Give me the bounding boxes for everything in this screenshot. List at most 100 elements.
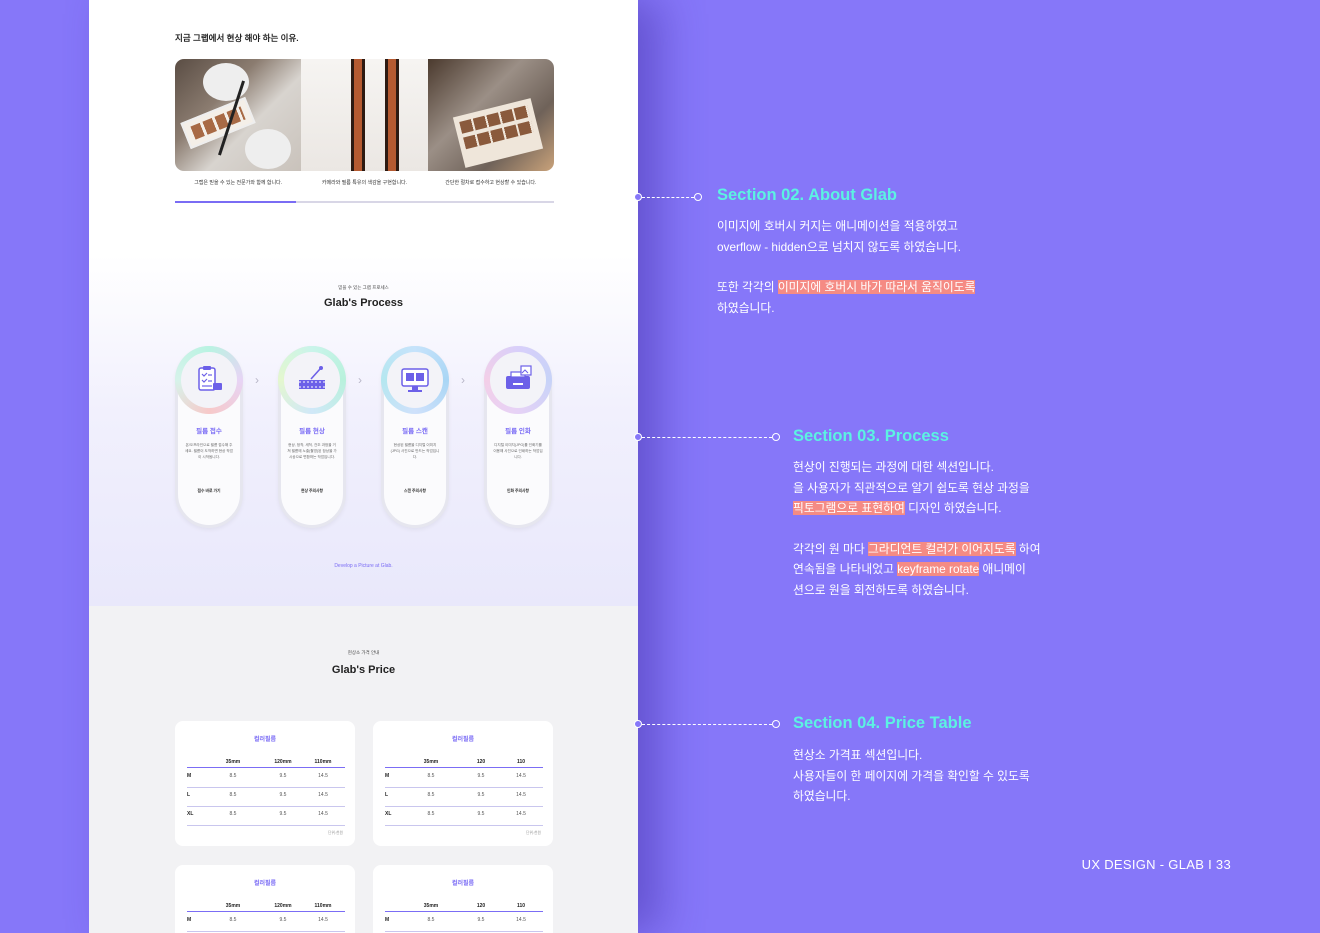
film-strip-graphic xyxy=(351,59,366,171)
price-table-card: 컬러필름 35mm 120 110 M 8.5 9.5 14.5 xyxy=(373,865,553,933)
price-cell: 9.5 xyxy=(279,773,287,779)
price-cell: 14.5 xyxy=(516,811,526,817)
about-image-strip xyxy=(175,59,554,171)
about-caption: 그랩은 믿을 수 있는 전문가와 함께 합니다. xyxy=(194,180,283,186)
row-label: L xyxy=(187,792,191,798)
price-cell: 8.5 xyxy=(229,792,237,798)
note-line-text: 또한 각각의 xyxy=(717,280,778,294)
printer-photo-icon xyxy=(506,365,532,389)
connector-dot xyxy=(694,193,702,201)
gradient-ring xyxy=(278,346,346,414)
note-line-text: 하여 xyxy=(1015,541,1041,556)
price-cell: 14.5 xyxy=(516,792,526,798)
about-image-film[interactable] xyxy=(301,59,428,171)
clipboard-camera-icon xyxy=(198,366,222,391)
note-line-text: 을 사용자가 직관적으로 알기 쉽도록 현상 과정을 xyxy=(793,480,1030,495)
step-description: 온/오프라인으로 필름 접수해 주세요. 필름이 도착하면 현상 작업이 시작됩… xyxy=(185,443,233,459)
step-link[interactable]: 스캔 주의사항 xyxy=(384,489,446,494)
highlight-text: 그라디언트 컬러가 이어지도록 xyxy=(867,541,1016,556)
about-image-contact-sheet[interactable] xyxy=(427,59,554,171)
price-cell: 9.5 xyxy=(477,811,485,817)
about-hover-bar-fill xyxy=(175,201,297,203)
price-cell: 8.5 xyxy=(229,917,237,923)
price-table-card: 컬러필름 35mm 120mm 110mm M 8.5 9.5 14.5 xyxy=(175,865,355,933)
gradient-ring xyxy=(484,346,552,414)
column-header: 35mm xyxy=(423,759,439,765)
chevron-right-icon: › xyxy=(255,373,259,387)
table-row: XL 8.5 9.5 14.5 xyxy=(385,807,543,826)
section-02-description: 이미지에 호버시 커지는 애니메이션을 적용하였고 overflow - hid… xyxy=(717,216,1077,318)
note-line-text: 현상이 진행되는 과정에 대한 섹션입니다. xyxy=(793,460,994,474)
column-header: 35mm xyxy=(423,903,439,909)
column-header: 120mm xyxy=(274,759,292,765)
film-strip-graphic xyxy=(180,96,256,150)
price-table-header: 35mm 120 110 xyxy=(385,755,543,768)
process-step-receive[interactable]: 필름 접수 온/오프라인으로 필름 접수해 주세요. 필름이 도착하면 현상 작… xyxy=(175,346,243,528)
section-03-description: 현상이 진행되는 과정에 대한 섹션입니다. 을 사용자가 직관적으로 알기 쉽… xyxy=(793,457,1113,600)
glove-graphic xyxy=(245,129,291,169)
about-hover-bar xyxy=(175,201,554,203)
price-table-card: 컬러필름 35mm 120 110 M 8.5 9.5 14.5 L 8.5 9… xyxy=(373,721,553,846)
note-line-text: 애니메이 xyxy=(979,562,1026,576)
step-description: 디지털 이미지(JPG)를 인화기를 이용해 사진으로 인쇄하는 작업입니다. xyxy=(493,443,543,459)
contact-sheet-graphic xyxy=(452,98,543,168)
step-title: 필름 현상 xyxy=(299,428,325,435)
price-heading: Glab's Price xyxy=(331,664,396,676)
connector-line xyxy=(642,724,772,725)
price-section: 현상소 가격 안내 Glab's Price 컬러필름 35mm 120mm 1… xyxy=(89,606,638,933)
highlight-text: keyframe rotate xyxy=(897,562,980,576)
price-cell: 9.5 xyxy=(279,811,287,817)
table-row: XL 8.5 9.5 14.5 xyxy=(187,807,345,826)
section-04-title: Section 04. Price Table xyxy=(793,714,972,732)
price-cell: 8.5 xyxy=(427,792,435,798)
monitor-scan-icon xyxy=(401,368,429,392)
price-cell: 14.5 xyxy=(318,773,328,779)
note-line-text: 션으로 원을 회전하도록 하였습니다. xyxy=(793,582,969,597)
note-line-text: 하였습니다. xyxy=(793,789,851,803)
connector-dot xyxy=(634,433,642,441)
price-cell: 9.5 xyxy=(477,917,485,923)
price-cell: 9.5 xyxy=(279,917,287,923)
price-table-header: 35mm 120mm 110mm xyxy=(187,755,345,768)
note-line-text: 하였습니다. xyxy=(717,300,775,315)
note-line-text: overflow - hidden으로 넘치지 않도록 하였습니다. xyxy=(717,239,962,254)
gradient-ring xyxy=(175,346,243,414)
process-step-print[interactable]: 필름 인화 디지털 이미지(JPG)를 인화기를 이용해 사진으로 인쇄하는 작… xyxy=(484,346,552,528)
column-header: 35mm xyxy=(225,903,241,909)
price-table-card: 컬러필름 35mm 120mm 110mm M 8.5 9.5 14.5 L 8… xyxy=(175,721,355,846)
chevron-right-icon: › xyxy=(358,373,362,387)
process-section: 믿을 수 있는 그랩 프로세스 Glab's Process 필름 접수 온/오… xyxy=(89,255,638,606)
table-row: M 8.5 9.5 14.5 xyxy=(385,913,543,932)
note-line-text: 이미지에 호버시 커지는 애니메이션을 적용하였고 xyxy=(717,219,959,233)
column-header: 120 xyxy=(476,903,486,909)
section-02-title: Section 02. About Glab xyxy=(717,186,897,204)
price-table-title: 컬러필름 xyxy=(451,737,475,743)
about-title: 지금 그랩에서 현상 해야 하는 이유. xyxy=(175,33,299,43)
about-image-scissors[interactable] xyxy=(175,59,302,171)
row-label: XL xyxy=(187,811,194,817)
price-cell: 14.5 xyxy=(516,917,526,923)
process-heading: Glab's Process xyxy=(323,297,404,309)
gradient-ring xyxy=(381,346,449,414)
step-title: 필름 스캔 xyxy=(402,428,428,435)
connector-dot xyxy=(772,720,780,728)
process-eyebrow: 믿을 수 있는 그랩 프로세스 xyxy=(338,285,389,290)
step-link[interactable]: 현상 주의사항 xyxy=(281,489,343,494)
price-table-header: 35mm 120 110 xyxy=(385,899,543,912)
table-row: M 8.5 9.5 14.5 xyxy=(385,769,543,788)
process-step-scan[interactable]: 필름 스캔 현상된 필름을 디지털 이미지(JPG) 사진으로 만드는 작업입니… xyxy=(381,346,449,528)
price-table-title: 컬러필름 xyxy=(451,881,475,887)
process-step-develop[interactable]: 필름 현상 현상, 정착, 세척, 건조 과정을 거쳐 필름에 노출(촬영)된 … xyxy=(278,346,346,528)
highlight-text: 픽토그램으로 표현하여 xyxy=(793,501,905,515)
column-header: 110 xyxy=(516,759,526,765)
note-line-text: 현상소 가격표 섹션입니다. xyxy=(793,748,923,762)
column-header: 110mm xyxy=(314,759,332,765)
note-line-text: 사용자들이 한 페이지에 가격을 확인할 수 있도록 xyxy=(793,768,1030,783)
price-cell: 8.5 xyxy=(229,811,237,817)
section-03-title: Section 03. Process xyxy=(793,427,949,445)
note-line-text: 디자인 하였습니다. xyxy=(904,501,1002,515)
step-link[interactable]: 인화 주의사항 xyxy=(487,489,549,494)
price-cell: 8.5 xyxy=(427,811,435,817)
film-develop-icon xyxy=(299,366,325,389)
step-link[interactable]: 접수 바로 가기 xyxy=(178,489,240,494)
